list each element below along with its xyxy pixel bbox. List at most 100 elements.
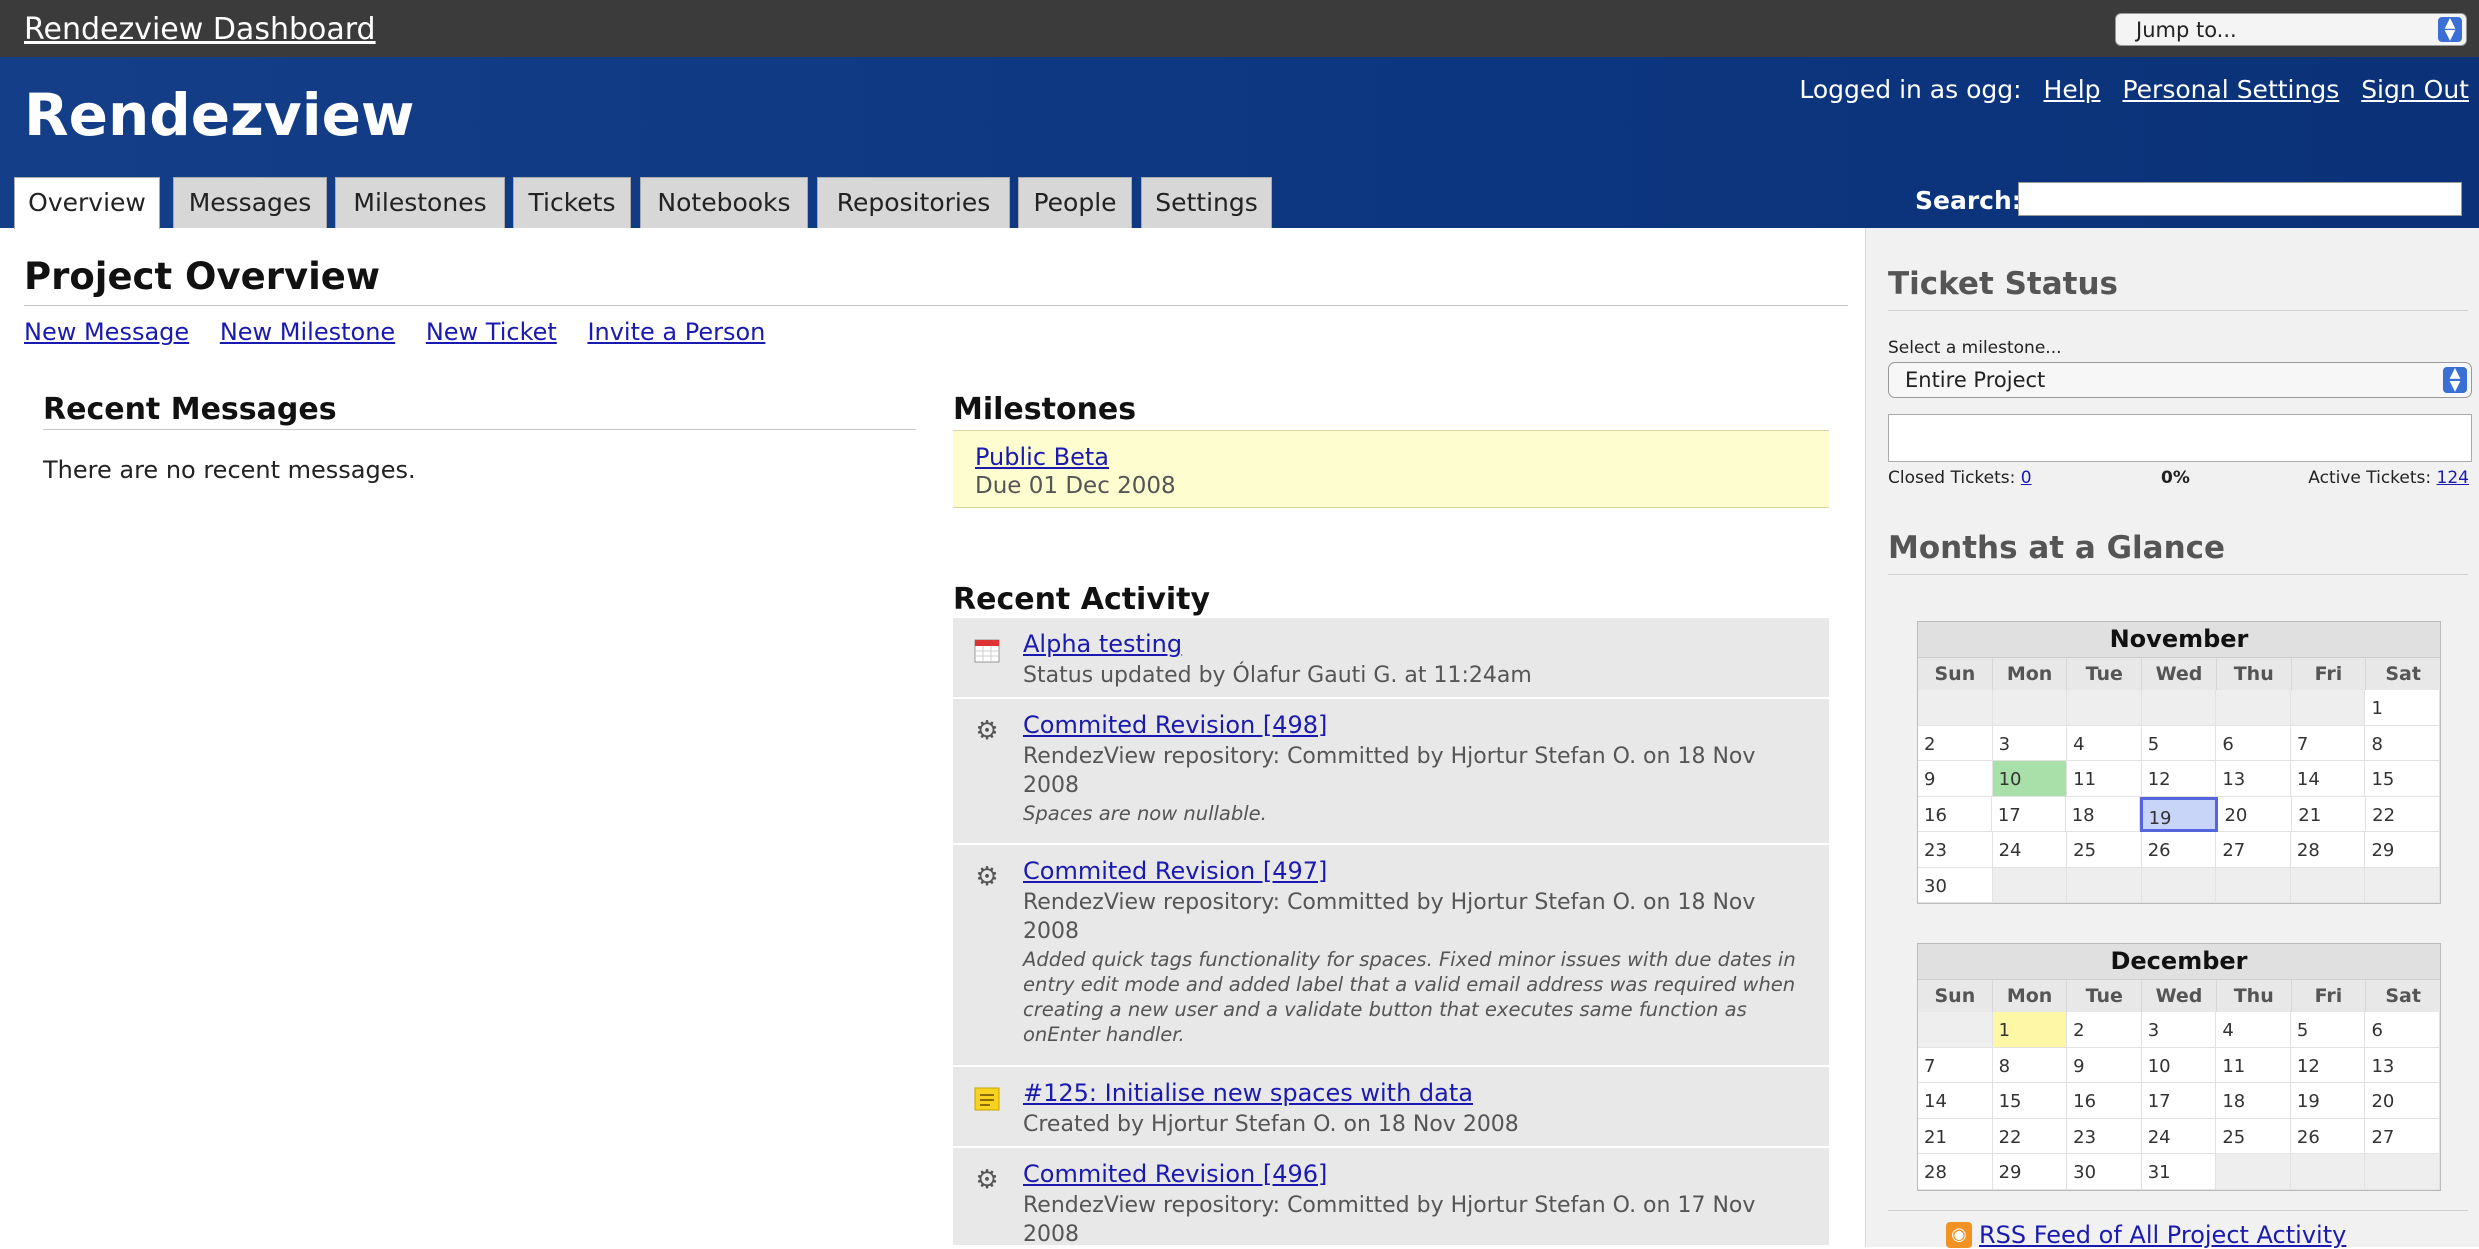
- activity-link[interactable]: #125: Initialise new spaces with data: [1023, 1079, 1473, 1107]
- calendar-day[interactable]: 17: [2141, 1083, 2217, 1119]
- new-milestone-link[interactable]: New Milestone: [220, 318, 395, 346]
- calendar-day[interactable]: 12: [2290, 1047, 2366, 1083]
- calendar-day[interactable]: 11: [2216, 1047, 2291, 1083]
- calendar-day[interactable]: 7: [2290, 725, 2366, 761]
- calendar-day[interactable]: 14: [1918, 1083, 1993, 1119]
- milestone-link[interactable]: Public Beta: [975, 443, 1109, 471]
- calendar-day[interactable]: 4: [2067, 725, 2142, 761]
- activity-link[interactable]: Commited Revision [498]: [1023, 711, 1327, 739]
- rss-feed-link[interactable]: RSS Feed of All Project Activity: [1979, 1221, 2346, 1249]
- calendar-day[interactable]: 22: [1992, 1118, 2068, 1154]
- logged-in-text: Logged in as ogg:: [1799, 75, 2022, 104]
- calendar-day[interactable]: 31: [2141, 1154, 2217, 1190]
- calendar-day[interactable]: 12: [2141, 761, 2217, 797]
- calendar-day[interactable]: 13: [2365, 1047, 2441, 1083]
- search-input[interactable]: [2018, 182, 2462, 216]
- calendar-day[interactable]: 14: [2290, 761, 2366, 797]
- calendar-day[interactable]: 19: [2139, 796, 2219, 832]
- calendar-day[interactable]: 27: [2365, 1118, 2441, 1154]
- user-bar: Logged in as ogg: Help Personal Settings…: [1799, 75, 2469, 104]
- calendar-day[interactable]: 18: [2216, 1083, 2291, 1119]
- calendar-day[interactable]: 21: [1918, 1118, 1993, 1154]
- activity-link[interactable]: Alpha testing: [1023, 630, 1182, 658]
- calendar-day[interactable]: 30: [2067, 1154, 2142, 1190]
- new-ticket-link[interactable]: New Ticket: [426, 318, 557, 346]
- calendar-day[interactable]: 10: [1992, 761, 2068, 797]
- activity-link[interactable]: Commited Revision [497]: [1023, 857, 1327, 885]
- calendar-day[interactable]: 9: [1918, 761, 1993, 797]
- calendar-day[interactable]: 5: [2290, 1012, 2366, 1048]
- calendar-day[interactable]: 29: [2365, 832, 2441, 868]
- milestone-select[interactable]: Entire Project ▲ ▼: [1888, 362, 2472, 398]
- calendar-day[interactable]: 16: [1918, 796, 1992, 832]
- calendar-day[interactable]: 13: [2216, 761, 2291, 797]
- tab-people[interactable]: People: [1018, 177, 1132, 228]
- calendar-day[interactable]: 1: [1992, 1012, 2068, 1048]
- calendar-day[interactable]: 17: [1991, 796, 2066, 832]
- calendar-day[interactable]: 26: [2141, 832, 2217, 868]
- tab-repositories[interactable]: Repositories: [817, 177, 1010, 228]
- personal-settings-link[interactable]: Personal Settings: [2122, 75, 2339, 104]
- calendar-day[interactable]: 9: [2067, 1047, 2142, 1083]
- no-messages-text: There are no recent messages.: [43, 456, 416, 484]
- sign-out-link[interactable]: Sign Out: [2361, 75, 2469, 104]
- new-message-link[interactable]: New Message: [24, 318, 189, 346]
- calendar-day[interactable]: 5: [2141, 725, 2217, 761]
- calendar-day[interactable]: 25: [2216, 1118, 2291, 1154]
- calendar-day[interactable]: 3: [1992, 725, 2068, 761]
- calendar-day[interactable]: 23: [1918, 832, 1993, 868]
- calendar-day[interactable]: 23: [2067, 1118, 2142, 1154]
- calendar-grid: 1 2 3 4 5 6 7 8 9 10 11 12 13 14 15 16 17 18 19 20 21 22 23 24 2…: [1918, 690, 2441, 903]
- calendar-day[interactable]: 24: [1992, 832, 2068, 868]
- calendar-day[interactable]: 15: [1992, 1083, 2068, 1119]
- tab-tickets[interactable]: Tickets: [513, 177, 631, 228]
- jump-to-select[interactable]: Jump to... ▲ ▼: [2115, 13, 2467, 46]
- activity-item: Alpha testing Status updated by Ólafur G…: [953, 618, 1829, 699]
- closed-tickets: Closed Tickets: 0: [1888, 468, 2032, 488]
- calendar-day[interactable]: 6: [2216, 725, 2291, 761]
- weekday-label: Sun: [1918, 980, 1993, 1012]
- tab-settings[interactable]: Settings: [1141, 177, 1272, 228]
- calendar-day[interactable]: 10: [2141, 1047, 2217, 1083]
- calendar-day[interactable]: 8: [1992, 1047, 2068, 1083]
- tab-notebooks[interactable]: Notebooks: [640, 177, 808, 228]
- dashboard-link[interactable]: Rendezview Dashboard: [24, 12, 376, 47]
- ticket-status-divider: [1888, 310, 2468, 311]
- calendar-day[interactable]: 15: [2365, 761, 2441, 797]
- calendar-day[interactable]: 8: [2365, 725, 2441, 761]
- calendar-day[interactable]: 20: [2365, 1083, 2441, 1119]
- calendar-day[interactable]: 6: [2365, 1012, 2441, 1048]
- activity-link[interactable]: Commited Revision [496]: [1023, 1160, 1327, 1188]
- calendar-day[interactable]: 2: [1918, 725, 1993, 761]
- calendar-day[interactable]: 28: [2290, 832, 2366, 868]
- calendar-day[interactable]: 21: [2292, 796, 2367, 832]
- calendar-day[interactable]: 22: [2366, 796, 2441, 832]
- calendar-day[interactable]: 18: [2065, 796, 2140, 832]
- calendar-day[interactable]: 7: [1918, 1047, 1993, 1083]
- calendar-day[interactable]: 19: [2290, 1083, 2366, 1119]
- calendar-day[interactable]: 26: [2290, 1118, 2366, 1154]
- calendar-day[interactable]: 29: [1992, 1154, 2068, 1190]
- calendar-day[interactable]: 20: [2218, 796, 2293, 832]
- closed-tickets-link[interactable]: 0: [2021, 468, 2032, 488]
- help-link[interactable]: Help: [2044, 75, 2101, 104]
- calendar-day[interactable]: 2: [2067, 1012, 2142, 1048]
- calendar-day[interactable]: 28: [1918, 1154, 1993, 1190]
- calendar-day[interactable]: 11: [2067, 761, 2142, 797]
- milestone-due: Due 01 Dec 2008: [975, 473, 1176, 499]
- calendar-day[interactable]: 24: [2141, 1118, 2217, 1154]
- calendar-day[interactable]: 27: [2216, 832, 2291, 868]
- calendar-day[interactable]: 25: [2067, 832, 2142, 868]
- tab-milestones[interactable]: Milestones: [335, 177, 505, 228]
- active-tickets-link[interactable]: 124: [2437, 468, 2469, 488]
- calendar-day[interactable]: 3: [2141, 1012, 2217, 1048]
- tab-messages[interactable]: Messages: [173, 177, 327, 228]
- calendar-day[interactable]: 30: [1918, 867, 1993, 903]
- tab-overview[interactable]: Overview: [14, 177, 160, 229]
- calendar-day[interactable]: 1: [2365, 690, 2441, 726]
- calendar-day[interactable]: 4: [2216, 1012, 2291, 1048]
- invite-person-link[interactable]: Invite a Person: [587, 318, 765, 346]
- calendar-day[interactable]: 16: [2067, 1083, 2142, 1119]
- calendar-week-row: 30: [1918, 867, 2441, 903]
- calendar-week-row: 123456: [1918, 1012, 2441, 1048]
